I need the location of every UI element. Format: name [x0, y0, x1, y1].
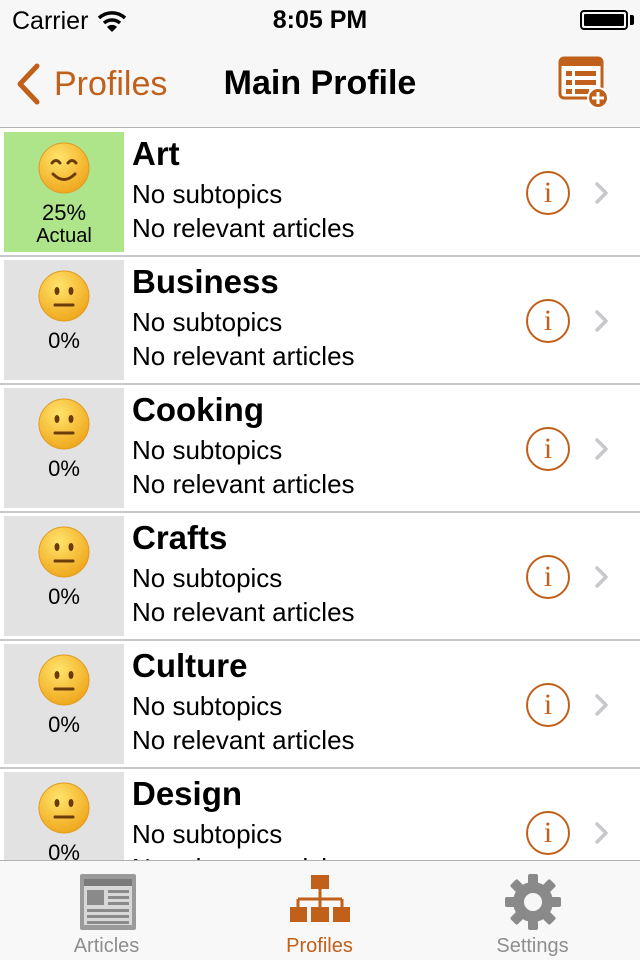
articles-label: No relevant articles	[132, 597, 355, 627]
hierarchy-icon	[289, 875, 350, 922]
score-percent: 0%	[48, 584, 80, 609]
add-list-icon[interactable]	[558, 56, 610, 110]
chevron-right-icon	[595, 310, 608, 332]
chevron-right-icon	[595, 438, 608, 460]
score-percent: 25%	[41, 200, 87, 225]
neutral-face-icon	[38, 782, 90, 834]
list-item[interactable]: 0% Cooking No subtopics No relevant article…	[0, 385, 640, 513]
subtopics-label: No subtopics	[132, 307, 283, 337]
tab-articles[interactable]: Articles	[0, 861, 213, 960]
tab-label: Settings	[496, 935, 569, 957]
topic-title: Design	[132, 775, 243, 812]
score-percent: 0%	[48, 328, 80, 353]
topic-list[interactable]: 25% Actual Art No subtopics No relevant arti…	[0, 129, 640, 860]
info-button[interactable]: i	[526, 555, 570, 599]
score-percent: 0%	[48, 840, 80, 861]
battery-icon	[580, 10, 628, 30]
subtopics-label: No subtopics	[132, 179, 283, 209]
chevron-right-icon	[595, 566, 608, 588]
navigation-bar: Profiles Main Profile	[0, 40, 640, 128]
topic-title: Cooking	[132, 391, 264, 428]
list-item[interactable]: 25% Actual Art No subtopics No relevant arti…	[0, 129, 640, 257]
battery-tip	[630, 15, 634, 25]
happy-face-icon	[38, 142, 90, 194]
newspaper-icon	[79, 874, 136, 930]
tab-settings[interactable]: Settings	[426, 861, 639, 960]
chevron-right-icon	[595, 694, 608, 716]
subtopics-label: No subtopics	[132, 819, 283, 849]
subtopics-label: No subtopics	[132, 435, 283, 465]
score-badge: 0%	[4, 772, 124, 860]
list-item[interactable]: 0% Crafts No subtopics No relevant articles…	[0, 513, 640, 641]
topic-title: Crafts	[132, 519, 228, 556]
score-badge: 25% Actual	[4, 132, 124, 252]
neutral-face-icon	[38, 398, 90, 450]
score-percent: 0%	[48, 456, 80, 481]
score-badge: 0%	[4, 516, 124, 636]
info-button[interactable]: i	[526, 427, 570, 471]
neutral-face-icon	[38, 654, 90, 706]
status-bar: Carrier 8:05 PM	[0, 0, 640, 40]
tab-label: Profiles	[286, 935, 353, 957]
articles-label: No relevant articles	[132, 213, 355, 243]
info-button[interactable]: i	[526, 683, 570, 727]
subtopics-label: No subtopics	[132, 691, 283, 721]
score-badge: 0%	[4, 260, 124, 380]
neutral-face-icon	[38, 526, 90, 578]
chevron-right-icon	[595, 822, 608, 844]
topic-title: Business	[132, 263, 279, 300]
score-status: Actual	[36, 225, 92, 247]
score-percent: 0%	[48, 712, 80, 737]
gear-icon	[504, 874, 561, 930]
chevron-right-icon	[595, 182, 608, 204]
tab-label: Articles	[73, 935, 140, 957]
info-button[interactable]: i	[526, 171, 570, 215]
neutral-face-icon	[38, 270, 90, 322]
articles-label: No relevant articles	[132, 341, 355, 371]
page-title: Main Profile	[223, 64, 417, 102]
tab-bar: Articles Profiles Settings	[0, 860, 640, 960]
topic-title: Culture	[132, 647, 248, 684]
tab-profiles[interactable]: Profiles	[213, 861, 426, 960]
articles-label: No relevant articles	[132, 725, 355, 755]
list-item[interactable]: 0% Design No subtopics No relevant articles…	[0, 769, 640, 860]
list-item[interactable]: 0% Culture No subtopics No relevant article…	[0, 641, 640, 769]
articles-label: No relevant articles	[132, 469, 355, 499]
list-item[interactable]: 0% Business No subtopics No relevant articl…	[0, 257, 640, 385]
score-badge: 0%	[4, 388, 124, 508]
subtopics-label: No subtopics	[132, 563, 283, 593]
topic-title: Art	[132, 135, 180, 172]
clock: 8:05 PM	[272, 6, 368, 34]
info-button[interactable]: i	[526, 299, 570, 343]
info-button[interactable]: i	[526, 811, 570, 855]
score-badge: 0%	[4, 644, 124, 764]
articles-label: No relevant articles	[132, 853, 355, 860]
